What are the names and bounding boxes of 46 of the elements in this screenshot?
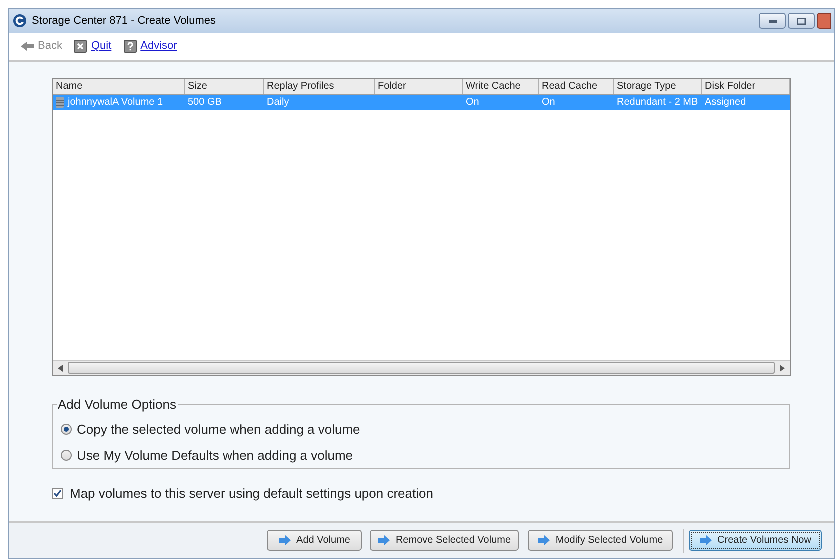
table-cell-text: On <box>466 96 480 110</box>
right-arrow-icon <box>378 535 390 546</box>
column-header[interactable]: Size <box>185 79 264 94</box>
action-button[interactable]: Modify Selected Volume <box>528 530 673 551</box>
action-button[interactable]: Create Volumes Now <box>689 530 822 551</box>
radio-label[interactable]: Use My Volume Defaults when adding a volume <box>77 446 354 466</box>
app-logo-icon <box>13 14 27 28</box>
scroll-thumb[interactable] <box>68 362 775 374</box>
help-icon <box>124 40 137 53</box>
column-header[interactable]: Read Cache <box>539 79 614 94</box>
table-cell-text: Assigned <box>705 96 746 110</box>
toolbar-link[interactable]: Quit <box>74 38 112 55</box>
scroll-right-icon[interactable] <box>780 364 785 372</box>
maximize-button[interactable] <box>788 13 815 29</box>
right-arrow-icon <box>538 535 550 546</box>
table-cell-text: Redundant - 2 MB <box>617 96 698 110</box>
table-cell-text: 500 GB <box>188 96 222 110</box>
checkbox-label[interactable]: Map volumes to this server using default settings upon creation <box>70 484 434 504</box>
horizontal-scrollbar[interactable] <box>53 360 790 375</box>
radio-button[interactable] <box>61 424 72 435</box>
checkbox[interactable] <box>52 488 63 500</box>
action-button[interactable]: Add Volume <box>267 530 362 551</box>
left-arrow-icon <box>21 42 34 51</box>
group-title: Add Volume Options <box>57 396 178 414</box>
window-title: Storage Center 871 - Create Volumes <box>32 14 216 29</box>
column-header[interactable]: Folder <box>375 79 463 94</box>
table-cell-text: On <box>542 96 556 110</box>
radio-button[interactable] <box>61 450 72 462</box>
scroll-left-icon[interactable] <box>58 364 63 372</box>
action-button[interactable]: Remove Selected Volume <box>370 530 519 551</box>
minimize-button[interactable] <box>759 13 786 29</box>
column-header[interactable]: Storage Type <box>614 79 702 94</box>
table-cell-text: johnnywalA Volume 1 <box>68 96 164 110</box>
radio-label[interactable]: Copy the selected volume when adding a volume <box>77 420 360 439</box>
column-header[interactable]: Write Cache <box>463 79 539 94</box>
column-header[interactable]: Replay Profiles <box>264 79 375 94</box>
right-arrow-icon <box>700 535 712 546</box>
right-arrow-icon <box>278 535 291 546</box>
toolbar-link[interactable]: Advisor <box>124 38 178 55</box>
close-icon <box>74 40 88 53</box>
minimize-icon <box>768 20 776 22</box>
maximize-icon <box>797 18 806 24</box>
table-cell-text: Daily <box>267 96 290 110</box>
column-header[interactable]: Disk Folder <box>702 79 790 94</box>
column-header[interactable]: Name <box>53 79 185 94</box>
database-icon <box>56 97 64 108</box>
